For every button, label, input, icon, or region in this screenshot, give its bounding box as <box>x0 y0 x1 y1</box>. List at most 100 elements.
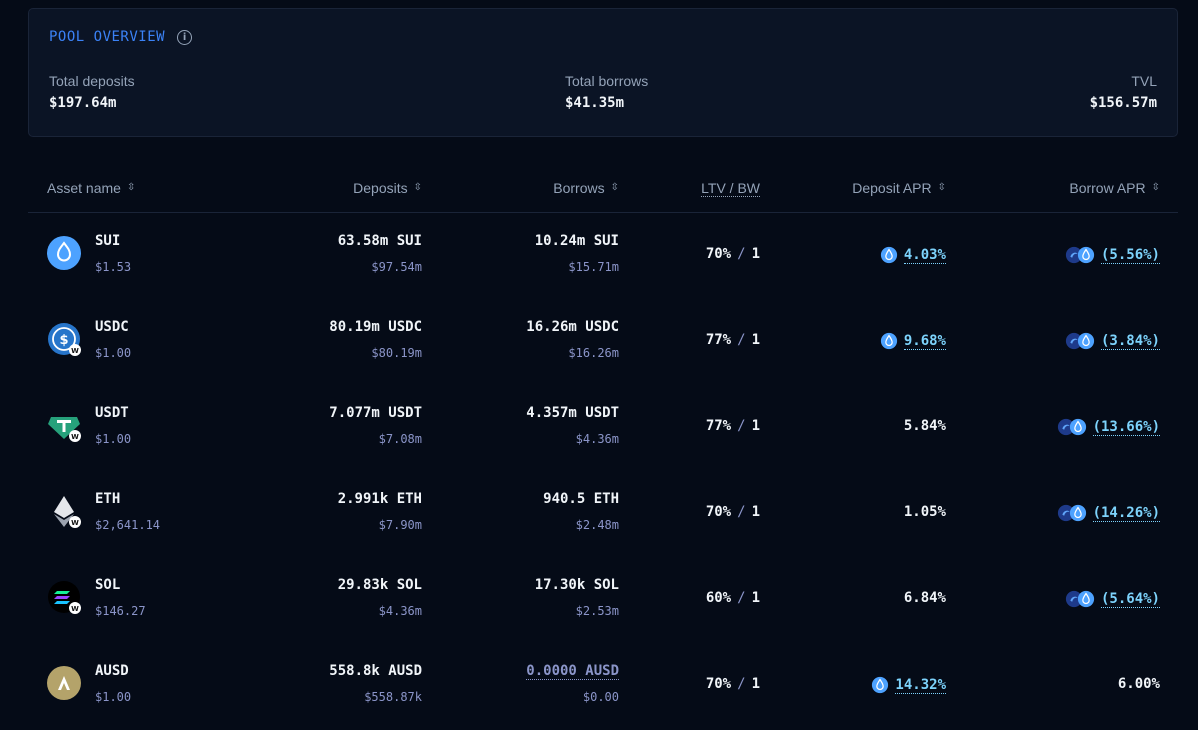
borrow-apr[interactable]: (5.64%) <box>1065 590 1160 608</box>
sort-icon: ⇳ <box>937 182 946 193</box>
borrow-apr: 6.00% <box>1118 676 1160 692</box>
header-borrows[interactable]: Borrows ⇳ <box>553 180 619 196</box>
asset-price: $146.27 <box>95 604 146 618</box>
header-label: Deposits <box>353 180 408 196</box>
borrows-amount: 10.24m SUI <box>534 233 619 249</box>
borrows-amount: 0.0000 AUSD <box>526 663 619 680</box>
pool-overview-title: POOL OVERVIEW <box>49 29 166 45</box>
sort-icon: ⇳ <box>126 182 136 193</box>
borrows-amount: 17.30k SOL <box>534 577 619 593</box>
deposit-apr: 1.05% <box>904 504 946 520</box>
table-row[interactable]: W USDT $1.00 7.077m USDT $7.08m 4.357m U… <box>28 384 1178 470</box>
eth-icon: W <box>47 494 81 528</box>
deposit-apr[interactable]: 4.03% <box>880 246 946 264</box>
borrow-apr[interactable]: (5.56%) <box>1065 246 1160 264</box>
svg-text:W: W <box>71 519 79 527</box>
table-row[interactable]: W SOL $146.27 29.83k SOL $4.36m 17.30k S… <box>28 556 1178 642</box>
table-row[interactable]: $ W USDC $1.00 80.19m USDC $80.19m 16.26m… <box>28 298 1178 384</box>
reward-icons <box>1065 590 1095 608</box>
stat-value: $197.64m <box>49 95 117 111</box>
asset-price: $1.00 <box>95 690 132 704</box>
table-row[interactable]: SUI $1.53 63.58m SUI $97.54m 10.24m SUI … <box>28 212 1178 298</box>
asset-price: $1.00 <box>95 432 132 446</box>
reward-icons <box>1057 504 1087 522</box>
ltv-value: 77% <box>705 418 732 434</box>
stat-label: Total borrows <box>565 73 649 89</box>
usdc-icon: $ W <box>47 322 81 356</box>
borrows-usd: $2.53m <box>575 604 619 618</box>
deposit-apr-value[interactable]: 14.32% <box>895 677 946 694</box>
ltv-value: 70% <box>705 676 732 692</box>
deposit-apr-value[interactable]: 9.68% <box>903 333 946 350</box>
pool-overview-card: POOL OVERVIEW i Total deposits $197.64m … <box>28 8 1178 137</box>
stat-label: Total deposits <box>49 73 135 89</box>
sui-reward-icon <box>1077 590 1095 608</box>
ltv-bw: 70% / 1 <box>706 504 760 520</box>
ltv-bw: 70% / 1 <box>706 246 760 262</box>
bw-value: 1 <box>751 246 760 262</box>
asset-name: USDT <box>95 405 129 421</box>
header-deposits[interactable]: Deposits ⇳ <box>353 180 422 196</box>
asset-name: USDC <box>95 319 129 335</box>
borrow-apr-value[interactable]: (3.84%) <box>1100 333 1160 350</box>
sol-icon: W <box>47 580 81 614</box>
borrow-apr-value[interactable]: (5.56%) <box>1100 247 1160 264</box>
ltv-value: 70% <box>705 246 732 262</box>
borrow-apr-value[interactable]: (14.26%) <box>1092 505 1160 522</box>
borrow-apr[interactable]: (13.66%) <box>1057 418 1160 436</box>
deposit-apr-value[interactable]: 4.03% <box>903 247 946 264</box>
sui-reward-icon <box>1077 246 1095 264</box>
borrows-usd: $16.26m <box>568 346 619 360</box>
deposits-usd: $97.54m <box>371 260 422 274</box>
asset-price: $1.53 <box>95 260 132 274</box>
header-label: Deposit APR <box>852 180 932 196</box>
sort-icon: ⇳ <box>1151 182 1160 193</box>
stat-value: $41.35m <box>565 95 625 111</box>
info-icon[interactable]: i <box>177 29 193 45</box>
header-ltv-bw[interactable]: LTV / BW <box>701 180 760 197</box>
deposits-amount: 80.19m USDC <box>329 319 422 335</box>
borrow-apr-value[interactable]: (5.64%) <box>1100 591 1160 608</box>
deposit-apr[interactable]: 14.32% <box>871 676 946 694</box>
header-borrow-apr[interactable]: Borrow APR ⇳ <box>1069 180 1160 196</box>
sui-reward-icon <box>880 332 897 350</box>
deposits-amount: 29.83k SOL <box>337 577 422 593</box>
deposit-apr[interactable]: 9.68% <box>880 332 946 350</box>
sui-reward-icon <box>1077 332 1095 350</box>
borrow-apr[interactable]: (3.84%) <box>1065 332 1160 350</box>
ltv-bw: 77% / 1 <box>706 418 760 434</box>
deposits-amount: 63.58m SUI <box>337 233 422 249</box>
borrows-amount: 940.5 ETH <box>543 491 619 507</box>
svg-text:W: W <box>71 605 79 613</box>
borrow-apr[interactable]: (14.26%) <box>1057 504 1160 522</box>
sui-reward-icon <box>880 246 897 264</box>
header-deposit-apr[interactable]: Deposit APR ⇳ <box>852 180 946 196</box>
header-asset-name[interactable]: Asset name ⇳ <box>47 180 135 196</box>
ltv-value: 77% <box>705 332 732 348</box>
ltv-bw: 60% / 1 <box>706 590 760 606</box>
borrow-apr-value[interactable]: (13.66%) <box>1092 419 1160 436</box>
ltv-value: 60% <box>705 590 732 606</box>
deposit-apr-value: 5.84% <box>903 418 946 434</box>
sort-icon: ⇳ <box>413 182 422 193</box>
bw-value: 1 <box>751 504 760 520</box>
borrow-apr-value: 6.00% <box>1117 676 1160 692</box>
table-row[interactable]: AUSD $1.00 558.8k AUSD $558.87k 0.0000 A… <box>28 642 1178 728</box>
ltv-separator: / <box>737 332 746 348</box>
stat-tvl: TVL $156.57m <box>1090 73 1157 111</box>
bw-value: 1 <box>751 332 760 348</box>
ausd-icon <box>47 666 81 700</box>
table-row[interactable]: W ETH $2,641.14 2.991k ETH $7.90m 940.5 … <box>28 470 1178 556</box>
reward-icons <box>1065 246 1095 264</box>
deposits-usd: $7.90m <box>378 518 422 532</box>
deposits-amount: 558.8k AUSD <box>329 663 422 679</box>
borrows-usd: $4.36m <box>575 432 619 446</box>
ltv-separator: / <box>737 504 746 520</box>
header-label: Borrows <box>553 180 605 196</box>
stat-label: TVL <box>1131 73 1157 89</box>
ltv-separator: / <box>737 246 746 262</box>
deposits-usd: $7.08m <box>378 432 422 446</box>
deposits-usd: $4.36m <box>378 604 422 618</box>
sui-reward-icon <box>1069 418 1086 436</box>
stat-total-deposits: Total deposits $197.64m <box>49 73 135 111</box>
